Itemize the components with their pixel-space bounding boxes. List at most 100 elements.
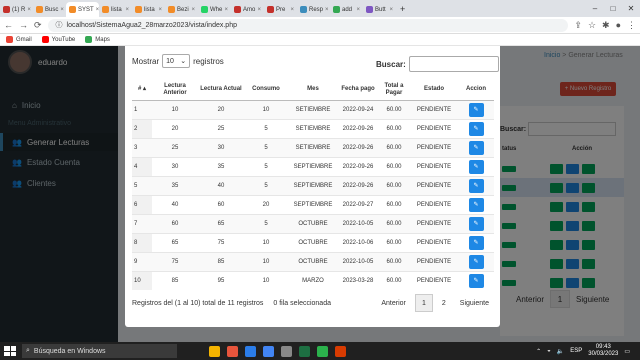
clock[interactable]: 09:43 30/03/2023 [588, 344, 618, 358]
tab-label: Butt [375, 6, 386, 13]
tab-close-icon[interactable]: × [158, 7, 162, 13]
edit-button[interactable]: ✎ [468, 178, 484, 193]
tab-favicon-icon [366, 6, 373, 13]
close-window-icon[interactable]: ✕ [622, 4, 640, 13]
edit-button[interactable]: ✎ [468, 235, 484, 250]
powerpoint-icon[interactable] [335, 345, 346, 357]
next-page-button[interactable]: Siguiente [455, 300, 494, 307]
bookmark-maps[interactable]: Maps [85, 36, 110, 43]
tab-close-icon[interactable]: × [27, 7, 31, 13]
table-row[interactable]: 8 65 75 10 OCTUBRE 2022-10-06 60.00 PENDIENTE ✎ [132, 232, 494, 252]
reload-icon[interactable]: ⟳ [34, 20, 42, 31]
language-indicator[interactable]: ESP [570, 348, 582, 354]
windows-start-icon[interactable] [4, 346, 16, 356]
tab-close-icon[interactable]: × [224, 7, 228, 13]
edit-button[interactable]: ✎ [468, 273, 484, 288]
extensions-icon[interactable]: ✱ [602, 20, 610, 31]
browser-tab[interactable]: Pre × [264, 2, 297, 17]
prev-page-button[interactable]: Anterior [376, 300, 411, 307]
browser-tab[interactable]: add × [330, 2, 363, 17]
table-row[interactable]: 1 10 20 10 SETIEMBRE 2022-09-24 60.00 PENDIENTE… [132, 99, 494, 119]
table-row[interactable]: 3 25 30 5 SETIEMBRE 2022-09-26 60.00 PENDIENTE ✎ [132, 137, 494, 157]
settings-icon[interactable] [281, 345, 292, 357]
table-row[interactable]: 6 40 60 20 SEPTIEMBRE 2022-09-27 60.00 PENDIENT… [132, 194, 494, 214]
volume-icon[interactable]: 🔈 [557, 348, 564, 355]
col-lectura-anterior[interactable]: Lectura Anterior [152, 80, 198, 101]
browser-tab[interactable]: Bezi × [165, 2, 198, 17]
edit-button[interactable]: ✎ [468, 216, 484, 231]
notifications-icon[interactable]: ▭ [624, 348, 630, 355]
chrome-icon[interactable] [263, 345, 274, 357]
browser-tab[interactable]: Amo × [231, 2, 264, 17]
browser-tab[interactable]: lista × [99, 2, 132, 17]
browser-tab[interactable]: Busc × [33, 2, 66, 17]
minimize-icon[interactable]: – [586, 4, 604, 13]
menu-icon[interactable]: ⋮ [627, 20, 636, 31]
xampp-icon[interactable] [227, 345, 238, 357]
page-1-button[interactable]: 1 [414, 294, 433, 312]
table-row[interactable]: 4 30 35 5 SEPTIEMBRE 2022-09-26 60.00 PENDIENTE… [132, 156, 494, 176]
table-cell: 7 [132, 213, 152, 233]
share-icon[interactable]: ⇪ [574, 20, 582, 31]
bookmark-youtube[interactable]: YouTube [41, 36, 75, 43]
browser-tab[interactable]: SYST × [66, 2, 99, 17]
col-mes[interactable]: Mes [288, 80, 338, 101]
table-cell: 75 [152, 251, 198, 271]
table-row[interactable]: 10 85 95 10 MARZO 2023-03-28 60.00 PENDIENTE ✎ [132, 270, 494, 290]
page-length-select[interactable]: 10 ⌄ [162, 54, 191, 68]
taskbar-search[interactable]: ⌕ Búsqueda en Windows [22, 344, 177, 358]
file-explorer-icon[interactable] [209, 345, 220, 357]
chevron-up-icon[interactable]: ⌃ [536, 348, 541, 355]
table-row[interactable]: 5 35 40 5 SEPTIEMBRE 2022-09-26 60.00 PENDIENTE… [132, 175, 494, 195]
excel-icon[interactable] [299, 345, 310, 357]
page-2-button[interactable]: 2 [437, 300, 451, 307]
network-icon[interactable]: ◒ [547, 348, 551, 354]
table-row[interactable]: 9 75 85 10 OCTUBRE 2022-10-05 60.00 PENDIENTE ✎ [132, 251, 494, 271]
bookmark-gmail[interactable]: Gmail [6, 36, 32, 43]
browser-tab[interactable]: Resp × [297, 2, 330, 17]
col-lectura-actual[interactable]: Lectura Actual [198, 80, 244, 101]
vscode-icon[interactable] [245, 345, 256, 357]
tab-close-icon[interactable]: × [356, 7, 360, 13]
browser-tab[interactable]: lista × [132, 2, 165, 17]
star-icon[interactable]: ☆ [588, 20, 596, 31]
new-tab-icon[interactable]: + [400, 4, 405, 14]
edit-button[interactable]: ✎ [468, 102, 484, 117]
col-consumo[interactable]: Consumo [244, 80, 288, 101]
profile-icon[interactable]: ● [616, 20, 621, 30]
forward-icon[interactable]: → [19, 20, 28, 30]
col-number[interactable]: # ▴ [132, 80, 152, 101]
tab-close-icon[interactable]: × [125, 7, 129, 13]
table-cell: 2022-09-26 [338, 137, 378, 157]
camtasia-icon[interactable] [317, 345, 328, 357]
edit-button[interactable]: ✎ [468, 197, 484, 212]
tab-close-icon[interactable]: × [389, 7, 393, 13]
tab-favicon-icon [234, 6, 241, 13]
col-estado[interactable]: Estado [410, 80, 458, 101]
table-row[interactable]: 7 60 65 5 OCTUBRE 2022-10-05 60.00 PENDIENTE ✎ [132, 213, 494, 233]
edit-button[interactable]: ✎ [468, 140, 484, 155]
browser-tab[interactable]: (1) R × [0, 2, 33, 17]
edit-button[interactable]: ✎ [468, 254, 484, 269]
tab-close-icon[interactable]: × [290, 7, 294, 13]
browser-tab[interactable]: Butt × [363, 2, 396, 17]
col-accion[interactable]: Accion [458, 80, 494, 101]
col-total[interactable]: Total a Pagar [378, 80, 410, 101]
maximize-icon[interactable]: □ [604, 4, 622, 13]
back-icon[interactable]: ← [4, 20, 13, 30]
tab-label: Busc [45, 6, 59, 13]
search-input[interactable] [408, 56, 499, 72]
table-cell: 35 [198, 156, 244, 176]
col-fecha-pago[interactable]: Fecha pago [338, 80, 378, 101]
browser-tab[interactable]: Whe × [198, 2, 231, 17]
edit-button[interactable]: ✎ [468, 121, 484, 136]
tab-label: Amo [243, 6, 256, 13]
url-field[interactable]: ⓘ localhost/SistemaAgua2_28marzo2023/vis… [47, 18, 569, 32]
table-cell: SETIEMBRE [288, 99, 338, 119]
edit-button[interactable]: ✎ [468, 159, 484, 174]
tab-close-icon[interactable]: × [257, 7, 261, 13]
tab-close-icon[interactable]: × [60, 7, 64, 13]
tab-close-icon[interactable]: × [325, 7, 329, 13]
table-row[interactable]: 2 20 25 5 SETIEMBRE 2022-09-26 60.00 PENDIENTE ✎ [132, 118, 494, 138]
tab-close-icon[interactable]: × [191, 7, 195, 13]
